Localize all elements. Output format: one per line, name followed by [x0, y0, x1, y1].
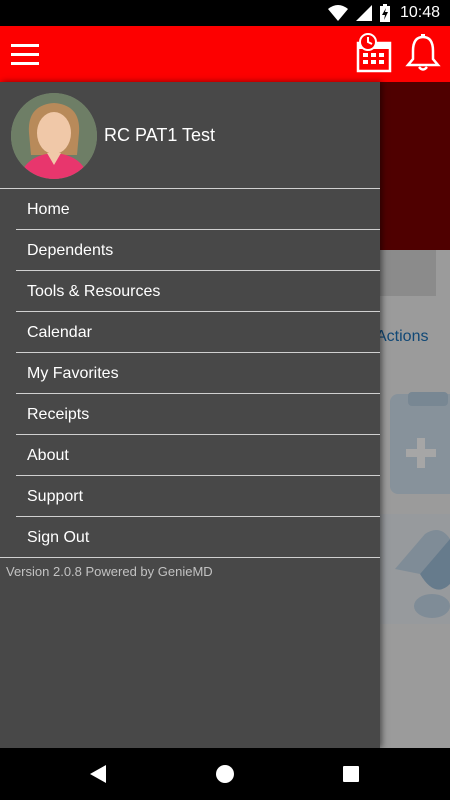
menu-item-receipts[interactable]: Receipts [16, 394, 380, 435]
menu-item-support[interactable]: Support [16, 476, 380, 517]
wifi-icon [327, 5, 348, 21]
menu-item-label: My Favorites [27, 365, 119, 382]
menu-item-calendar[interactable]: Calendar [16, 312, 380, 353]
back-triangle-icon[interactable] [88, 764, 108, 784]
system-nav-bar [0, 748, 450, 800]
screen: 10:48 Actions RC PAT1 Test Home Dependen… [0, 0, 450, 800]
menu-item-label: Home [27, 201, 70, 218]
drawer-menu: Home Dependents Tools & Resources Calend… [0, 189, 380, 558]
recents-square-icon[interactable] [342, 765, 360, 783]
menu-item-label: About [27, 447, 69, 464]
app-bar [0, 26, 450, 82]
user-avatar[interactable] [11, 93, 97, 179]
menu-item-label: Sign Out [27, 529, 90, 546]
menu-item-about[interactable]: About [16, 435, 380, 476]
version-text: Version 2.0.8 Powered by GenieMD [6, 564, 213, 579]
menu-item-my-favorites[interactable]: My Favorites [16, 353, 380, 394]
menu-item-tools-resources[interactable]: Tools & Resources [16, 271, 380, 312]
menu-item-label: Support [27, 488, 84, 505]
navigation-drawer: RC PAT1 Test Home Dependents Tools & Res… [0, 82, 380, 748]
menu-item-label: Tools & Resources [27, 283, 161, 300]
menu-item-sign-out[interactable]: Sign Out [0, 517, 380, 558]
calendar-history-icon[interactable] [354, 33, 394, 73]
signal-icon [355, 5, 372, 21]
drawer-header: RC PAT1 Test [0, 82, 380, 189]
status-bar: 10:48 [0, 0, 450, 26]
user-name: RC PAT1 Test [104, 125, 216, 145]
bell-icon[interactable] [405, 33, 441, 73]
menu-item-label: Receipts [27, 406, 90, 423]
battery-charging-icon [379, 4, 390, 22]
menu-item-label: Calendar [27, 324, 92, 341]
menu-item-home[interactable]: Home [16, 189, 380, 230]
hamburger-menu-icon[interactable] [8, 36, 44, 72]
home-circle-icon[interactable] [215, 764, 235, 784]
status-time: 10:48 [399, 4, 440, 21]
menu-item-label: Dependents [27, 242, 114, 259]
menu-item-dependents[interactable]: Dependents [16, 230, 380, 271]
